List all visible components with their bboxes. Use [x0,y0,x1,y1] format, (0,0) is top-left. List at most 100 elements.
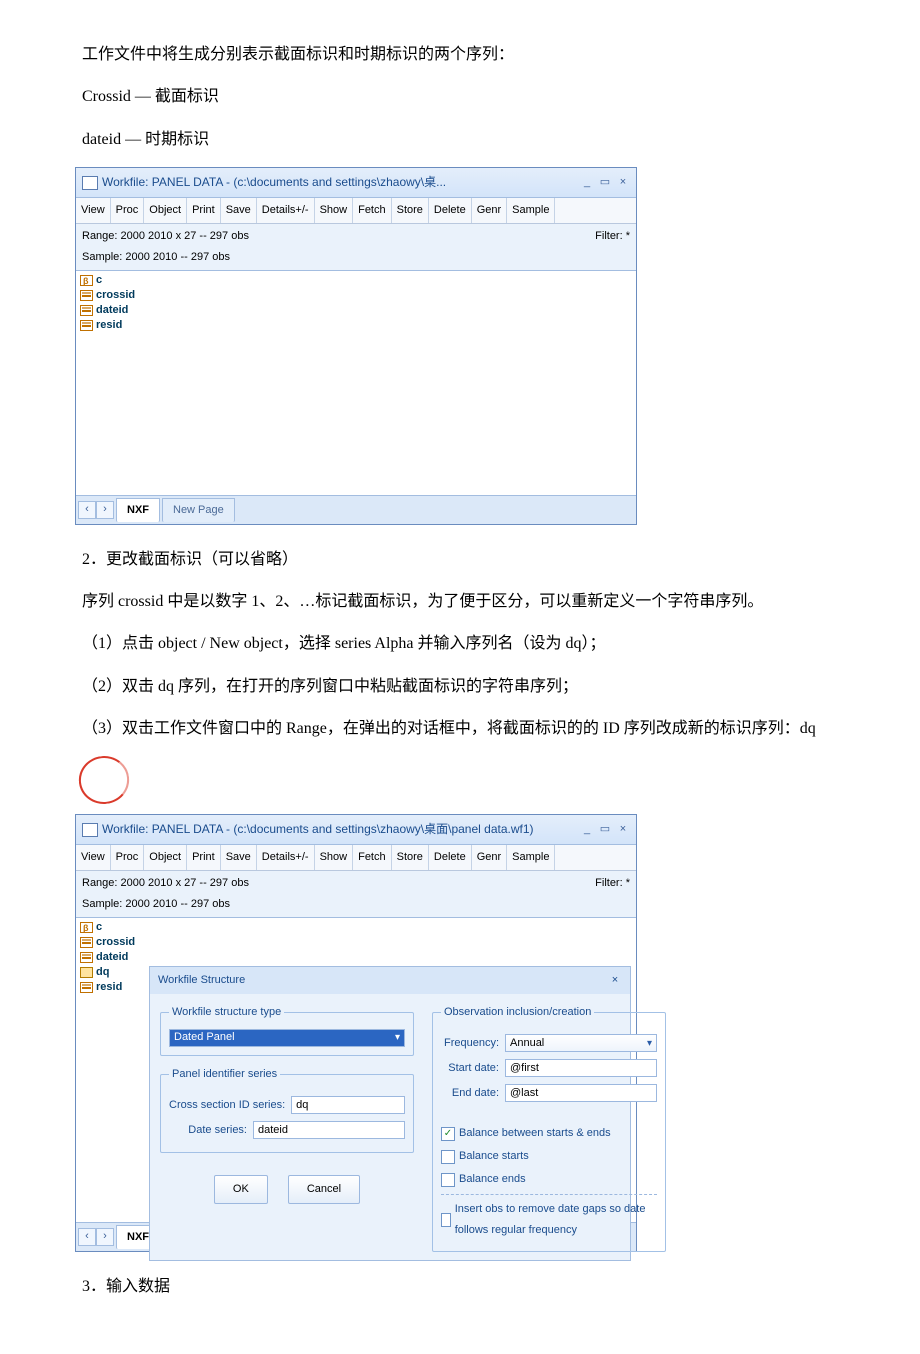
frequency-select[interactable]: Annual▾ [505,1034,657,1052]
close-icon[interactable]: × [608,970,622,991]
start-date-input[interactable] [505,1059,657,1077]
group-observation: Observation inclusion/creation Frequency… [432,1002,666,1252]
alpha-series-icon [80,967,93,978]
tb-genr[interactable]: Genr [472,198,507,223]
range-text: Range: 2000 2010 x 27 -- 297 obs [82,226,249,247]
workfile-window-2: Workfile: PANEL DATA - (c:\documents and… [75,814,637,1251]
group-legend: Observation inclusion/creation [441,1002,594,1023]
range-bar[interactable]: Range: 2000 2010 x 27 -- 297 obs Sample:… [76,871,636,918]
group-legend: Workfile structure type [169,1002,284,1023]
ok-button[interactable]: OK [214,1175,268,1204]
tb-object[interactable]: Object [144,198,187,223]
tab-next-icon[interactable]: › [96,501,114,519]
titlebar[interactable]: Workfile: PANEL DATA - (c:\documents and… [76,815,636,845]
tb-object[interactable]: Object [144,845,187,870]
toolbar: View Proc Object Print Save Details+/- S… [76,198,636,224]
chk-balance-starts[interactable]: Balance starts [441,1146,657,1167]
toolbar: View Proc Object Print Save Details+/- S… [76,845,636,871]
sample-text: Sample: 2000 2010 -- 297 obs [82,894,249,915]
cross-section-input[interactable] [291,1096,405,1114]
tb-proc[interactable]: Proc [111,198,145,223]
tab-newpage[interactable]: New Page [162,498,235,522]
tb-proc[interactable]: Proc [111,845,145,870]
close-icon[interactable]: × [616,172,630,193]
range-text: Range: 2000 2010 x 27 -- 297 obs [82,873,249,894]
tab-prev-icon[interactable]: ‹ [78,501,96,519]
checkbox-icon: ✓ [441,1127,455,1141]
list-item[interactable]: crossid [80,288,632,303]
close-icon[interactable]: × [616,819,630,840]
end-date-input[interactable] [505,1084,657,1102]
tb-delete[interactable]: Delete [429,198,472,223]
window-title: Workfile: PANEL DATA - (c:\documents and… [102,818,534,841]
tb-fetch[interactable]: Fetch [353,845,392,870]
cancel-button[interactable]: Cancel [288,1175,360,1204]
item-label: c [96,273,102,288]
sec2-s1: （1）点击 object / New object，选择 series Alph… [50,629,870,659]
tb-print[interactable]: Print [187,845,221,870]
tb-save[interactable]: Save [221,198,257,223]
checkbox-icon [441,1213,451,1227]
series-icon [80,952,93,963]
range-bar[interactable]: Range: 2000 2010 x 27 -- 297 obs Sample:… [76,224,636,271]
tb-store[interactable]: Store [392,845,429,870]
minimize-icon[interactable]: _ [580,819,594,840]
chevron-down-icon: ▾ [647,1034,652,1053]
tb-genr[interactable]: Genr [472,845,507,870]
start-date-label: Start date: [441,1058,499,1079]
tb-print[interactable]: Print [187,198,221,223]
list-item[interactable]: c [80,920,632,935]
chk-balance-ends[interactable]: Balance ends [441,1169,657,1190]
checkbox-icon [441,1150,455,1164]
tab-nxf[interactable]: NXF [116,498,160,522]
restore-icon[interactable]: ▭ [598,819,612,840]
tab-next-icon[interactable]: › [96,1228,114,1246]
dialog-title: Workfile Structure × [150,967,630,994]
checkbox-icon [441,1173,455,1187]
tb-store[interactable]: Store [392,198,429,223]
item-label: crossid [96,935,135,950]
item-label: dateid [96,303,128,318]
workfile-structure-dialog: Workfile Structure × Workfile structure … [149,966,631,1261]
page-tabs: ‹ › NXF New Page [76,495,636,524]
filter-text: Filter: * [595,873,630,915]
tb-details[interactable]: Details+/- [257,845,315,870]
minimize-icon[interactable]: _ [580,172,594,193]
chk-insert-obs[interactable]: Insert obs to remove date gaps so date f… [441,1199,657,1241]
titlebar[interactable]: Workfile: PANEL DATA - (c:\documents and… [76,168,636,198]
tb-details[interactable]: Details+/- [257,198,315,223]
frequency-label: Frequency: [441,1033,499,1054]
item-label: crossid [96,288,135,303]
divider [441,1194,657,1195]
chevron-down-icon: ▾ [395,1028,400,1047]
group-legend: Panel identifier series [169,1064,280,1085]
coef-icon [80,922,93,933]
structure-type-select[interactable]: Dated Panel▾ [169,1029,405,1047]
tb-save[interactable]: Save [221,845,257,870]
series-icon [80,937,93,948]
list-item[interactable]: crossid [80,935,632,950]
item-label: c [96,920,102,935]
tb-show[interactable]: Show [315,198,354,223]
tb-view[interactable]: View [76,845,111,870]
series-icon [80,305,93,316]
chk-balance-between[interactable]: ✓Balance between starts & ends [441,1123,657,1144]
filter-text: Filter: * [595,226,630,268]
tb-delete[interactable]: Delete [429,845,472,870]
list-item[interactable]: resid [80,318,632,333]
group-structure-type: Workfile structure type Dated Panel▾ [160,1002,414,1056]
tb-fetch[interactable]: Fetch [353,198,392,223]
restore-icon[interactable]: ▭ [598,172,612,193]
object-list: c crossid dateid dq resid Workfile Struc… [76,918,636,1222]
tb-show[interactable]: Show [315,845,354,870]
list-item[interactable]: dateid [80,950,632,965]
tb-sample[interactable]: Sample [507,198,555,223]
date-series-input[interactable] [253,1121,405,1139]
tab-prev-icon[interactable]: ‹ [78,1228,96,1246]
tb-sample[interactable]: Sample [507,845,555,870]
sec2-p1: 序列 crossid 中是以数字 1、2、…标记截面标识，为了便于区分，可以重新… [50,587,870,617]
list-item[interactable]: dateid [80,303,632,318]
object-list: c crossid dateid resid [76,271,636,495]
tb-view[interactable]: View [76,198,111,223]
list-item[interactable]: c [80,273,632,288]
